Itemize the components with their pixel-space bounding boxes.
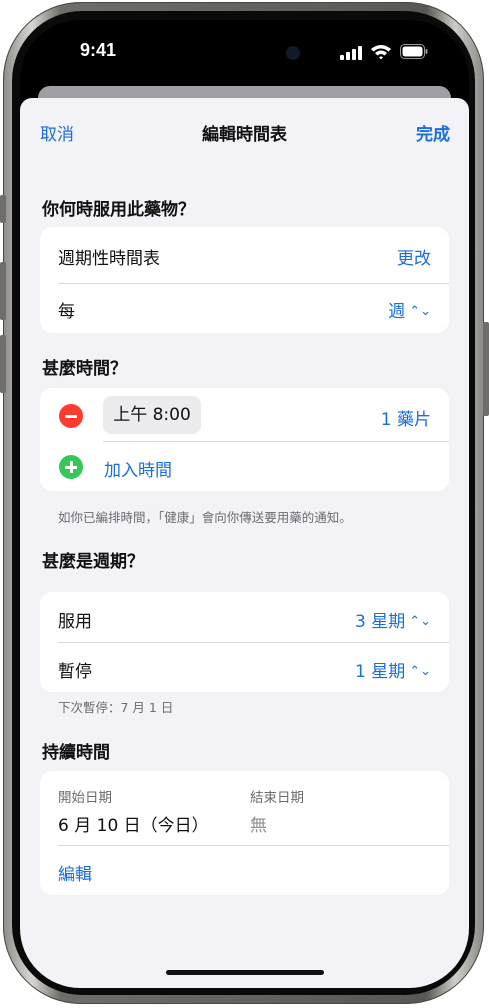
end-date-value: 無 [250, 816, 267, 836]
volume-down-button [0, 335, 6, 393]
cycle-heading: 甚麼是週期？ [42, 552, 144, 572]
duration-card: 開始日期 6 月 10 日（今日） 結束日期 無 編輯 [40, 771, 449, 895]
remove-icon[interactable] [59, 404, 83, 428]
cycle-card: 服用 3 星期 ⌃⌄ 暫停 1 星期 ⌃⌄ [40, 592, 449, 692]
side-button [483, 322, 489, 416]
start-date-label: 開始日期 [58, 790, 112, 806]
frequency-row[interactable]: 每 週 ⌃⌄ [40, 282, 449, 332]
pause-picker[interactable]: 1 星期 ⌃⌄ [355, 657, 431, 682]
edit-duration-button[interactable]: 編輯 [58, 860, 92, 885]
battery-icon [400, 44, 428, 59]
navigation-bar: 取消 編輯時間表 完成 [20, 98, 469, 158]
times-card: 上午 8:00 1 藥片 加入時間 [40, 388, 449, 491]
pause-row[interactable]: 暫停 1 星期 ⌃⌄ [40, 642, 449, 692]
phone-screen: 9:41 取消 編輯時間表 完成 你何時服用此藥物？ 週期性時間表 更改 每 週… [20, 20, 469, 988]
divider [58, 845, 449, 846]
volume-up-button [0, 262, 6, 320]
chevron-updown-icon: ⌃⌄ [409, 614, 431, 629]
chevron-updown-icon: ⌃⌄ [409, 664, 431, 679]
end-date-label: 結束日期 [250, 790, 304, 806]
notification-footnote: 如你已編排時間，「健康」會向你傳送要用藥的通知。 [58, 510, 352, 525]
home-indicator[interactable] [166, 970, 324, 975]
status-bar: 9:41 [20, 20, 469, 80]
add-icon[interactable] [59, 455, 83, 479]
front-camera [286, 46, 300, 60]
wifi-icon [371, 45, 391, 60]
duration-heading: 持續時間 [42, 743, 110, 763]
take-row[interactable]: 服用 3 星期 ⌃⌄ [40, 592, 449, 642]
pause-label: 暫停 [58, 662, 92, 682]
status-time: 9:41 [80, 40, 117, 60]
change-schedule-button[interactable]: 更改 [397, 244, 431, 269]
frequency-value: 週 [388, 302, 406, 322]
chevron-updown-icon: ⌃⌄ [409, 304, 431, 319]
take-value: 3 星期 [354, 612, 406, 632]
times-heading: 甚麼時間？ [42, 359, 127, 379]
action-button [0, 195, 6, 223]
divider [103, 441, 449, 442]
frequency-picker[interactable]: 週 ⌃⌄ [388, 297, 431, 322]
schedule-type-row[interactable]: 週期性時間表 更改 [40, 229, 449, 279]
page-title: 編輯時間表 [202, 125, 287, 145]
dose-button[interactable]: 1 藥片 [381, 405, 431, 430]
frequency-label: 每 [58, 302, 75, 322]
when-heading: 你何時服用此藥物？ [42, 200, 195, 220]
take-label: 服用 [58, 612, 92, 632]
add-time-button[interactable]: 加入時間 [104, 456, 172, 481]
cellular-signal-icon [340, 46, 362, 60]
schedule-type-label: 週期性時間表 [58, 249, 160, 269]
next-pause-note: 下次暫停：7 月 1 日 [58, 700, 174, 715]
time-picker[interactable]: 上午 8:00 [103, 396, 201, 434]
schedule-card: 週期性時間表 更改 每 週 ⌃⌄ [40, 227, 449, 333]
pause-value: 1 星期 [354, 662, 406, 682]
done-button[interactable]: 完成 [416, 120, 450, 145]
edit-schedule-sheet: 取消 編輯時間表 完成 你何時服用此藥物？ 週期性時間表 更改 每 週 ⌃⌄ 甚麼… [20, 98, 469, 988]
start-date-value: 6 月 10 日（今日） [58, 816, 209, 836]
take-picker[interactable]: 3 星期 ⌃⌄ [355, 607, 431, 632]
